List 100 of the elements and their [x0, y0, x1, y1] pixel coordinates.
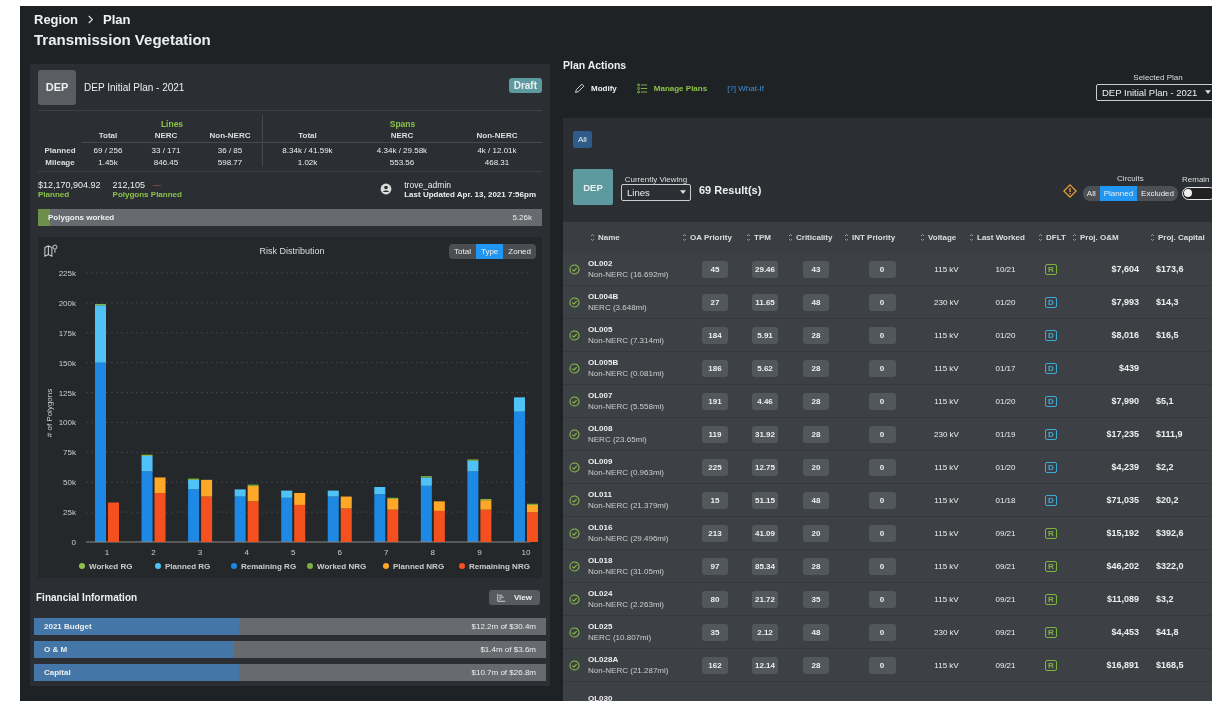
line-name[interactable]: OL004B [588, 292, 619, 301]
budget-value: $1.4m of $3.6m [480, 645, 536, 654]
line-name[interactable]: OL007 [588, 391, 613, 400]
filter-chip[interactable]: All [573, 131, 592, 148]
column-header[interactable]: Proj. O&M [1080, 233, 1119, 242]
line-detail: Non-NERC (16.692mi) [588, 270, 669, 279]
line-detail: NERC (23.65mi) [588, 435, 647, 444]
caret-icon [680, 190, 686, 195]
result-count: 69 Result(s) [699, 184, 762, 196]
column-header[interactable]: Criticality [796, 233, 833, 242]
dflt-tag: D [1045, 329, 1057, 341]
table-cell: $5,1 [1156, 396, 1174, 406]
sort-icon[interactable] [920, 233, 925, 242]
sort-icon[interactable] [1072, 233, 1077, 242]
table-cell: 115 kV [934, 660, 959, 670]
column-header[interactable]: Name [598, 233, 620, 242]
table-cell: 01/20 [995, 330, 1016, 340]
progress-label: Polygons worked [48, 213, 115, 222]
table-cell: 09/21 [995, 594, 1016, 604]
breadcrumb-link[interactable]: Plan [103, 11, 131, 27]
x-tick-label: 10 [521, 548, 531, 557]
table-cell: 48 [803, 623, 829, 641]
column-header[interactable]: Voltage [928, 233, 957, 242]
line-name[interactable]: OL005B [588, 358, 619, 367]
sort-icon[interactable] [788, 233, 793, 242]
manage-plans-link[interactable]: Manage Plans [653, 84, 708, 93]
chart-mode-tab[interactable]: Zoned [503, 243, 536, 259]
toggle-switch[interactable] [1182, 186, 1212, 200]
budget-label: 2021 Budget [44, 622, 92, 631]
dflt-tag: D [1045, 296, 1057, 308]
column-header[interactable]: TPM [754, 233, 771, 242]
circuit-filter-tab[interactable]: Excluded [1137, 185, 1178, 201]
line-name[interactable]: OL011 [588, 490, 612, 499]
breadcrumb-link[interactable]: Region [34, 11, 79, 27]
table-cell: 80 [702, 590, 728, 608]
circuit-filter-tab[interactable]: All [1082, 185, 1100, 201]
line-name[interactable]: OL016 [588, 523, 613, 532]
table-cell: 230 kV [934, 429, 959, 439]
line-detail: Non-NERC (0.963mi) [588, 468, 665, 477]
x-tick-label: 7 [384, 548, 389, 557]
line-name[interactable]: OL018 [588, 556, 613, 565]
line-name[interactable]: OL030 [588, 693, 613, 701]
line-name[interactable]: OL028A [588, 655, 619, 664]
column-header[interactable]: INT Priority [852, 233, 896, 242]
dflt-tag: R [1045, 560, 1057, 572]
sort-icon[interactable] [1150, 233, 1155, 242]
chart-title: Risk Distribution [258, 246, 326, 256]
line-detail: Non-NERC (2.263mi) [588, 600, 665, 609]
line-name[interactable]: OL008 [588, 424, 613, 433]
chart-mode-tab[interactable]: Total [449, 243, 476, 259]
table-cell: 213 [702, 524, 728, 542]
line-detail: NERC (10.807mi) [588, 633, 652, 642]
column-header[interactable]: OA Priority [690, 233, 732, 242]
table-cell: 01/19 [995, 429, 1016, 439]
table-cell: 01/18 [995, 495, 1016, 505]
what-if-link[interactable]: [?] What-If [727, 84, 765, 93]
sort-icon[interactable] [844, 233, 849, 242]
column-header[interactable]: Last Worked [977, 233, 1025, 242]
column-header[interactable]: DFLT [1046, 233, 1066, 242]
table-cell: 115 kV [934, 462, 959, 472]
y-tick-label: 125k [58, 388, 76, 398]
line-name[interactable]: OL005 [588, 325, 613, 334]
line-name[interactable]: OL025 [588, 622, 613, 631]
line-name[interactable]: OL009 [588, 457, 613, 466]
view-button[interactable]: View [488, 589, 540, 605]
stat-value: 69 / 256 [92, 145, 124, 155]
x-tick-label: 4 [244, 548, 249, 557]
stat-value: 468.31 [483, 157, 511, 167]
sort-icon[interactable] [746, 233, 751, 242]
table-cell: 45 [702, 260, 728, 278]
dflt-tag: D [1045, 461, 1057, 473]
legend-label: Worked RG [89, 562, 133, 571]
check-circle-icon [569, 494, 580, 506]
stat-value: 553.56 [388, 157, 416, 167]
dflt-tag: R [1045, 527, 1057, 539]
table-cell: $111,9 [1156, 429, 1183, 439]
viewing-select[interactable]: Lines [621, 184, 691, 201]
table-cell: 41.09 [752, 524, 778, 542]
stat-value: 598.77 [216, 157, 244, 167]
dflt-tag: D [1045, 395, 1057, 407]
map-pin-icon [44, 244, 58, 258]
line-detail: Non-NERC (29.496mi) [588, 534, 669, 543]
sort-icon[interactable] [682, 233, 687, 242]
table-cell: 0 [868, 491, 896, 509]
trend-mark: — [153, 179, 162, 190]
sort-icon[interactable] [1038, 233, 1043, 242]
column-header[interactable]: Proj. Capital [1158, 233, 1205, 242]
line-name[interactable]: OL002 [588, 259, 613, 268]
table-cell: $173,6 [1156, 264, 1184, 274]
table-cell: 115 kV [934, 396, 959, 406]
budget-value: $10.7m of $26.8m [471, 668, 536, 677]
legend-label: Remaining RG [241, 562, 297, 571]
column-header: NERC [352, 129, 452, 143]
modify-link[interactable]: Modify [591, 84, 617, 93]
sort-icon[interactable] [590, 233, 595, 242]
plan-select[interactable]: DEP Initial Plan - 2021 [1096, 84, 1212, 101]
sort-icon[interactable] [969, 233, 974, 242]
check-circle-icon [569, 428, 580, 440]
table-cell: 5.62 [752, 359, 778, 377]
line-name[interactable]: OL024 [588, 589, 613, 598]
